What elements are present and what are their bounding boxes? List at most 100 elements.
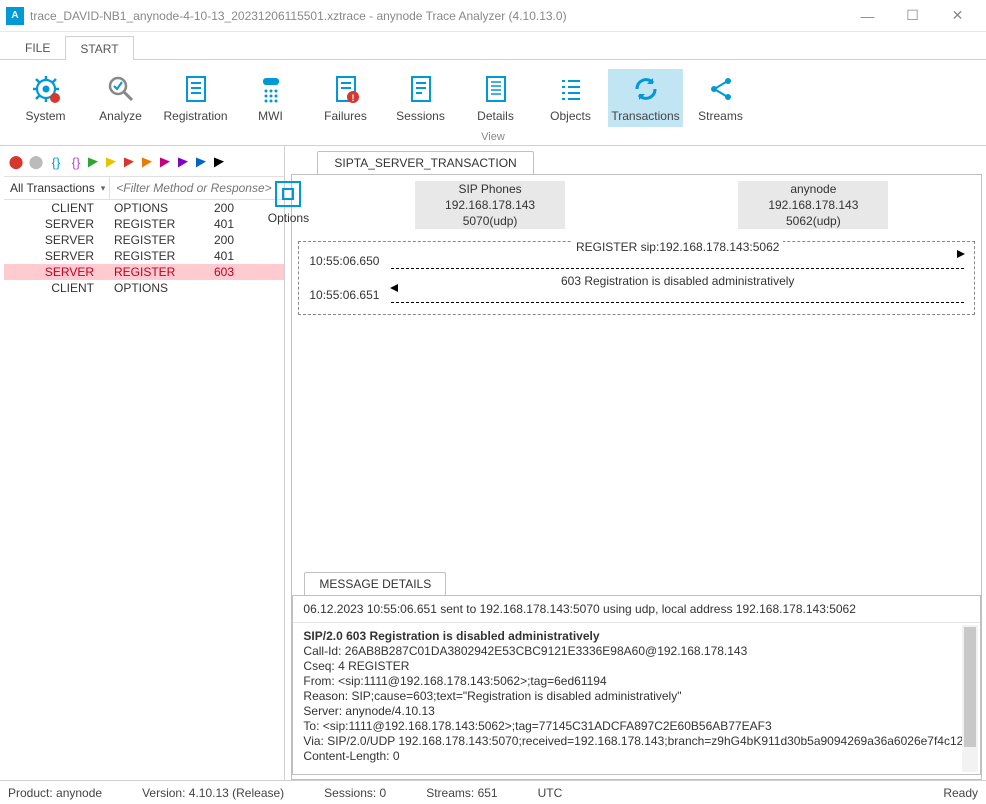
list-icon	[555, 73, 587, 105]
endpoint-header: SIP Phones 192.168.178.143 5070(udp)	[415, 181, 565, 229]
table-row[interactable]: CLIENTOPTIONS200	[4, 200, 284, 216]
menu-start[interactable]: START	[65, 36, 133, 60]
status-streams: Streams: 651	[426, 786, 497, 800]
message-time: 10:55:06.651	[301, 288, 387, 302]
ribbon-sessions-label: Sessions	[396, 109, 445, 123]
details-line: From: <sip:1111@192.168.178.143:5062>;ta…	[303, 674, 970, 689]
magnifier-icon	[105, 73, 137, 105]
scrollbar-thumb[interactable]	[964, 627, 976, 747]
options-icon	[275, 181, 301, 207]
alert-red-icon[interactable]: ⬤	[8, 154, 24, 170]
braces-purple-icon[interactable]: {}	[68, 154, 84, 170]
message-row[interactable]: 10:55:06.651 603 Registration is disable…	[301, 278, 972, 312]
filter-row: All Transactions ▾	[4, 176, 284, 200]
flag-black-icon[interactable]	[214, 157, 228, 167]
table-row[interactable]: SERVERREGISTER603	[4, 264, 284, 280]
menu-file[interactable]: FILE	[10, 35, 65, 59]
details-line: Cseq: 4 REGISTER	[303, 659, 970, 674]
left-panel: ⬤ ⬤ {} {} All Transactions ▾ CLIENTOPTION…	[0, 146, 285, 780]
alert-grey-icon[interactable]: ⬤	[28, 154, 44, 170]
status-ready: Ready	[943, 786, 978, 800]
transaction-list: CLIENTOPTIONS200 SERVERREGISTER401 SERVE…	[4, 200, 284, 780]
ribbon-failures[interactable]: ! Failures	[308, 69, 383, 127]
statusbar: Product: anynode Version: 4.10.13 (Relea…	[0, 780, 986, 804]
ribbon-group-label: View	[0, 131, 986, 145]
diagram-container: Options SIP Phones 192.168.178.143 5070(…	[291, 174, 982, 780]
details-line: Via: SIP/2.0/UDP 192.168.178.143:5070;re…	[303, 734, 970, 749]
message-time: 10:55:06.650	[301, 254, 387, 268]
ribbon-registration[interactable]: Registration	[158, 69, 233, 127]
endpoint-sip-phones: SIP Phones 192.168.178.143 5070(udp)	[328, 181, 651, 229]
flag-yellow-icon[interactable]	[106, 157, 120, 167]
table-row[interactable]: SERVERREGISTER401	[4, 216, 284, 232]
ribbon-streams-label: Streams	[698, 109, 743, 123]
endpoint-anynode: anynode 192.168.178.143 5062(udp)	[652, 181, 975, 229]
ribbon-details-label: Details	[477, 109, 514, 123]
sync-icon	[630, 73, 662, 105]
ribbon-system[interactable]: System	[8, 69, 83, 127]
ribbon-objects[interactable]: Objects	[533, 69, 608, 127]
flag-blue-icon[interactable]	[196, 157, 210, 167]
maximize-button[interactable]: ☐	[890, 1, 935, 31]
close-button[interactable]: ✕	[935, 1, 980, 31]
message-label: 603 Registration is disabled administrat…	[557, 274, 798, 288]
details-line: To: <sip:1111@192.168.178.143:5062>;tag=…	[303, 719, 970, 734]
table-row[interactable]: SERVERREGISTER200	[4, 232, 284, 248]
arrow-right-icon: REGISTER sip:192.168.178.143:5062	[391, 254, 964, 269]
filter-dropdown[interactable]: All Transactions ▾	[4, 177, 110, 199]
ribbon-mwi-label: MWI	[258, 109, 283, 123]
flag-red-icon[interactable]	[124, 157, 138, 167]
gear-icon	[30, 73, 62, 105]
scrollbar[interactable]	[962, 625, 978, 772]
details-icon	[480, 73, 512, 105]
options-label: Options	[268, 211, 309, 225]
ribbon-transactions[interactable]: Transactions	[608, 69, 683, 127]
diagram-tab-row: SIPTA_SERVER_TRANSACTION	[291, 150, 982, 174]
ribbon-items: System Analyze Registration MWI ! Failur…	[0, 60, 986, 131]
ribbon-sessions[interactable]: Sessions	[383, 69, 458, 127]
status-version: Version: 4.10.13 (Release)	[142, 786, 284, 800]
diagram-options[interactable]: Options	[258, 181, 318, 229]
details-body[interactable]: SIP/2.0 603 Registration is disabled adm…	[293, 623, 980, 774]
share-icon	[705, 73, 737, 105]
flag-orange-icon[interactable]	[142, 157, 156, 167]
ribbon-details[interactable]: Details	[458, 69, 533, 127]
ribbon-analyze-label: Analyze	[99, 109, 142, 123]
minimize-button[interactable]: —	[845, 1, 890, 31]
flag-green-icon[interactable]	[88, 157, 102, 167]
ribbon-streams[interactable]: Streams	[683, 69, 758, 127]
sessions-icon	[405, 73, 437, 105]
details-tab-row: MESSAGE DETAILS	[292, 571, 981, 595]
titlebar: A trace_DAVID-NB1_anynode-4-10-13_202312…	[0, 0, 986, 32]
ribbon-mwi[interactable]: MWI	[233, 69, 308, 127]
phone-icon	[255, 73, 287, 105]
document-warning-icon: !	[330, 73, 362, 105]
sequence-diagram: Options SIP Phones 192.168.178.143 5070(…	[292, 175, 981, 567]
ribbon-registration-label: Registration	[163, 109, 227, 123]
details-line: Server: anynode/4.10.13	[303, 704, 970, 719]
flag-magenta-icon[interactable]	[160, 157, 174, 167]
endpoint-header: anynode 192.168.178.143 5062(udp)	[738, 181, 888, 229]
details-line: Content-Length: 0	[303, 749, 970, 764]
details-summary: 06.12.2023 10:55:06.651 sent to 192.168.…	[293, 596, 980, 623]
document-icon	[180, 73, 212, 105]
filter-dropdown-label: All Transactions	[10, 181, 95, 195]
chevron-down-icon: ▾	[101, 183, 106, 194]
main: ⬤ ⬤ {} {} All Transactions ▾ CLIENTOPTION…	[0, 146, 986, 780]
tab-transaction[interactable]: SIPTA_SERVER_TRANSACTION	[317, 151, 533, 174]
ribbon: System Analyze Registration MWI ! Failur…	[0, 60, 986, 146]
status-sessions: Sessions: 0	[324, 786, 386, 800]
details-line: Call-Id: 26AB8B287C01DA3802942E53CBC9121…	[303, 644, 970, 659]
window-buttons: — ☐ ✕	[845, 1, 980, 31]
braces-blue-icon[interactable]: {}	[48, 154, 64, 170]
table-row[interactable]: SERVERREGISTER401	[4, 248, 284, 264]
flag-purple-icon[interactable]	[178, 157, 192, 167]
status-product: Product: anynode	[8, 786, 102, 800]
table-row[interactable]: CLIENTOPTIONS	[4, 280, 284, 296]
app-icon: A	[6, 7, 24, 25]
tab-message-details[interactable]: MESSAGE DETAILS	[304, 572, 446, 595]
ribbon-analyze[interactable]: Analyze	[83, 69, 158, 127]
filter-toolbar: ⬤ ⬤ {} {}	[4, 150, 284, 174]
menubar: FILE START	[0, 32, 986, 60]
details-status-line: SIP/2.0 603 Registration is disabled adm…	[303, 629, 970, 644]
